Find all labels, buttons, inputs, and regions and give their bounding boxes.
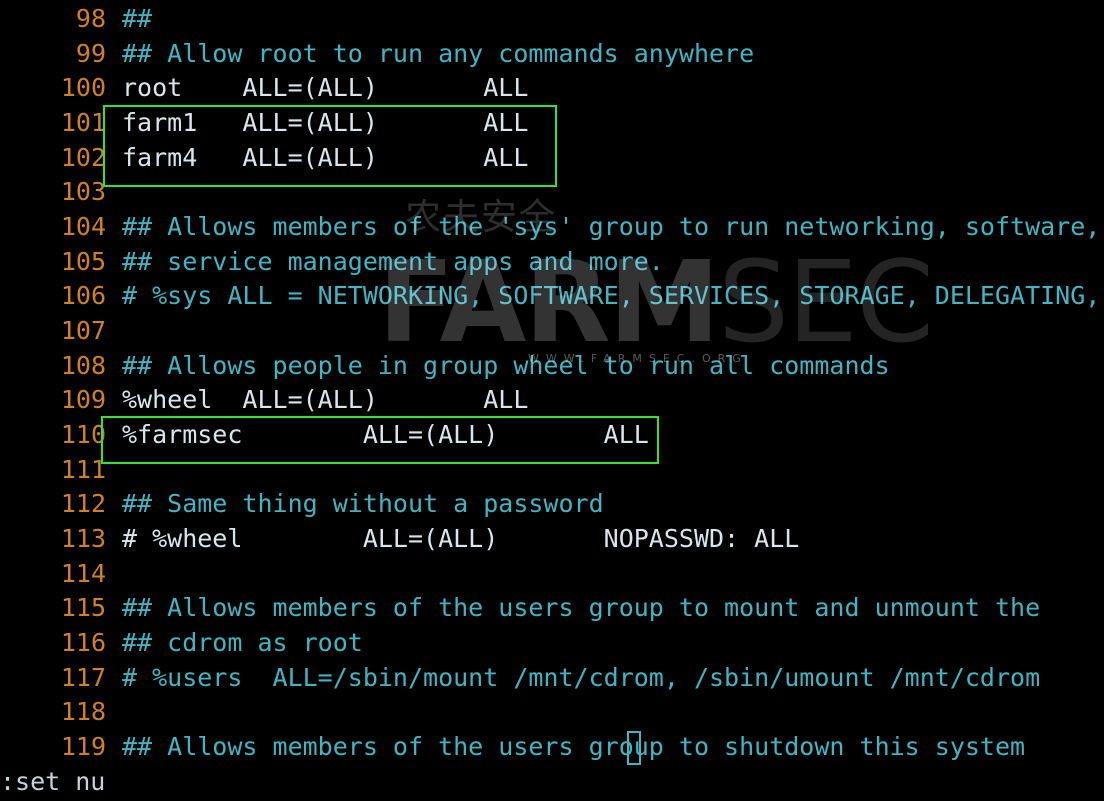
line-number: 106	[60, 281, 106, 310]
line-text: ## cdrom as root	[122, 628, 363, 657]
command-line[interactable]: :set nu	[0, 764, 105, 799]
line-number: 117	[60, 663, 106, 692]
line-number: 113	[60, 524, 106, 553]
line-number: 110	[60, 420, 106, 449]
line-number: 118	[60, 697, 106, 726]
line-text: # %wheel ALL=(ALL) NOPASSWD: ALL	[122, 524, 800, 553]
line-text: # %users ALL=/sbin/mount /mnt/cdrom, /sb…	[122, 663, 1041, 692]
line-number: 108	[60, 351, 106, 380]
text-cursor	[627, 731, 641, 765]
line-number: 102	[60, 143, 106, 172]
line-text: ## Allows members of the users group to …	[122, 732, 1026, 761]
watermark-brand-thin: SEC	[718, 238, 934, 368]
line-text: ## Allows members of the users group to …	[122, 593, 1041, 622]
watermark-logo: FARMSEC	[378, 238, 934, 368]
highlight-box-user-entries	[103, 105, 557, 187]
line-text: %wheel ALL=(ALL) ALL	[122, 385, 529, 414]
watermark-chinese-text: 农夫安全	[405, 197, 558, 238]
line-number: 111	[60, 455, 106, 484]
line-number: 103	[60, 177, 106, 206]
line-number: 105	[60, 247, 106, 276]
line-number: 112	[60, 489, 106, 518]
line-number: 116	[60, 628, 106, 657]
line-text: ## Allow root to run any commands anywhe…	[122, 39, 755, 68]
line-text: ## Same thing without a password	[122, 489, 604, 518]
line-number: 109	[60, 385, 106, 414]
line-number: 100	[60, 73, 106, 102]
highlight-box-group-entry	[101, 416, 659, 464]
watermark-brand-bold: FARM	[378, 238, 720, 368]
line-number: 101	[60, 108, 106, 137]
line-text: root ALL=(ALL) ALL	[122, 73, 529, 102]
line-text: ##	[122, 4, 153, 33]
watermark-url: WWW.FARMSEC.ORG	[528, 352, 748, 365]
line-number: 119	[60, 732, 106, 761]
terminal-editor[interactable]: 98 ## 99 ## Allow root to run any commands…	[0, 0, 1104, 801]
line-number: 107	[60, 316, 106, 345]
line-number: 115	[60, 593, 106, 622]
line-number: 99	[75, 39, 106, 68]
line-number: 98	[75, 4, 106, 33]
line-number: 104	[60, 212, 106, 241]
line-number: 114	[60, 559, 106, 588]
